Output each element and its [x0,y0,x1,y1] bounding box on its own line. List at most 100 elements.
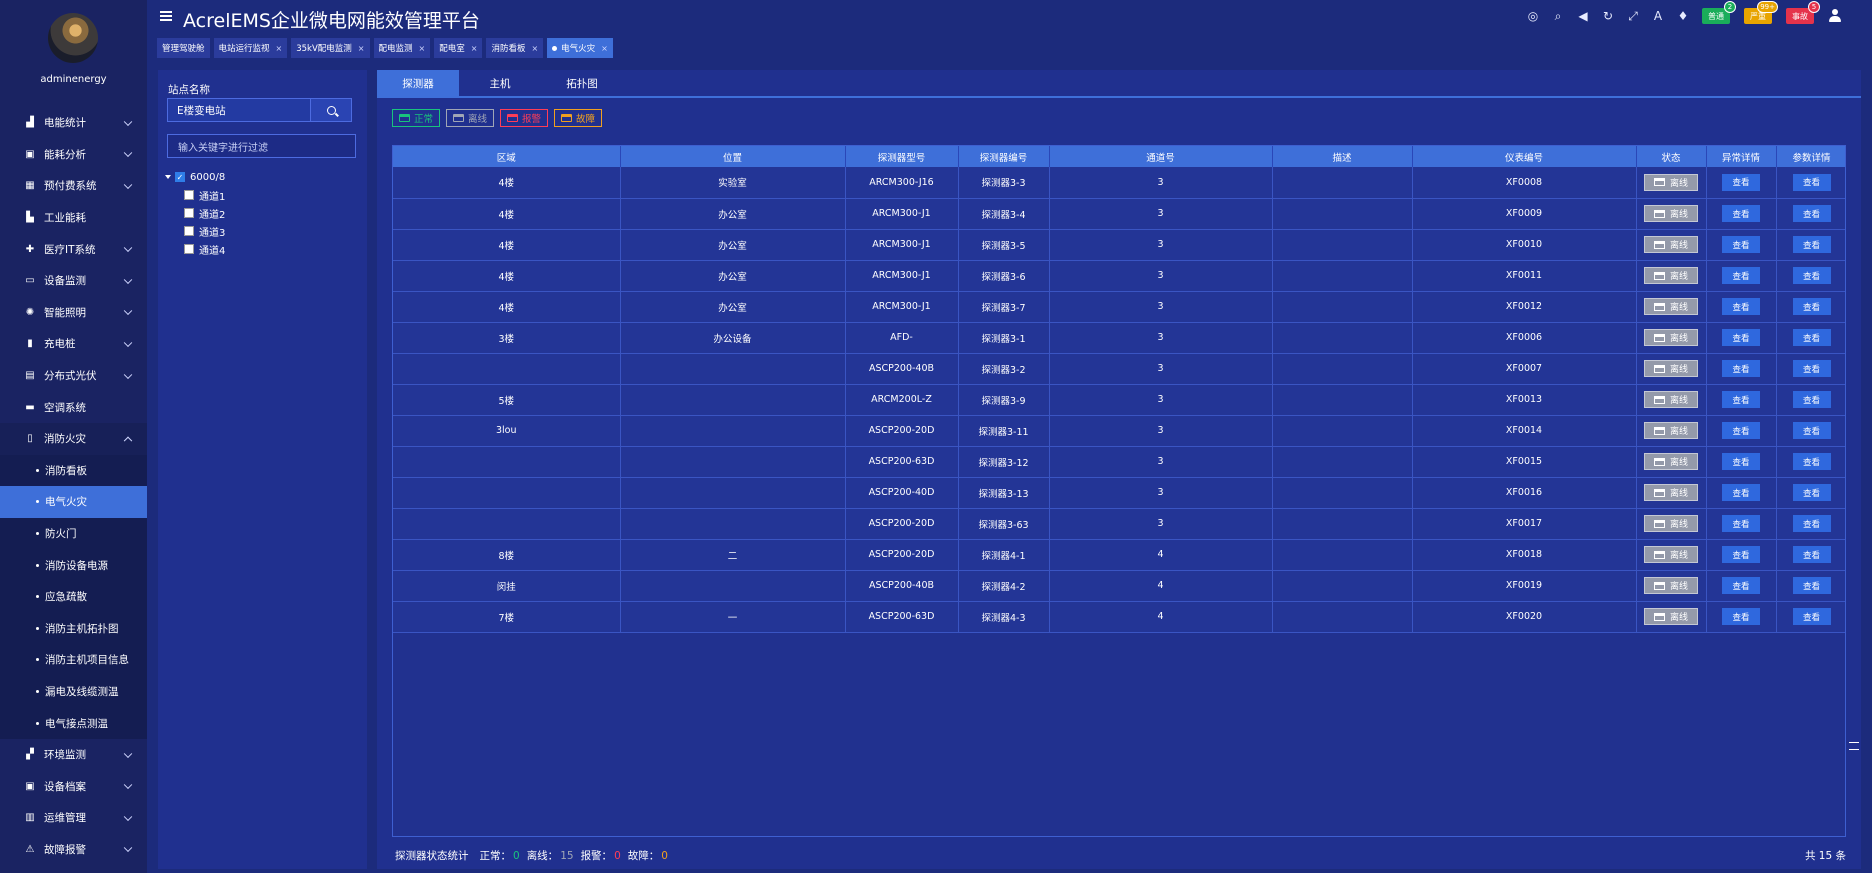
status-badge[interactable]: 离线 [1644,453,1698,470]
param-detail-button[interactable]: 查看 [1792,360,1831,377]
status-badge[interactable]: 离线 [1644,267,1698,284]
tab-item[interactable]: 35kV配电监测 × [291,38,370,58]
sidebar-item-bulb[interactable]: ✺ 智能照明 [0,297,147,329]
table-row[interactable]: 8楼二 ASCP200-20D 探测器4-1 4 XF0018 离线 查看 查看 [393,539,1845,571]
abnormal-detail-button[interactable]: 查看 [1722,267,1760,284]
sidebar-item-extinguisher[interactable]: ▯ 消防火灾 [0,422,147,455]
table-row[interactable]: 7楼一 ASCP200-63D 探测器4-3 4 XF0020 离线 查看 查看 [393,601,1845,633]
param-detail-button[interactable]: 查看 [1792,173,1831,191]
status-badge[interactable]: 离线 [1644,546,1698,563]
status-badge[interactable]: 离线 [1644,329,1698,346]
tab-item[interactable]: 管理驾驶舱 [157,38,210,58]
alarm-badge[interactable]: 严重 99+ [1744,1,1778,24]
abnormal-detail-button[interactable]: 查看 [1722,236,1760,253]
param-detail-button[interactable]: 查看 [1792,267,1831,284]
tab-item[interactable]: 配电室 × [434,38,483,58]
avatar[interactable] [48,13,98,63]
sidebar-item-environment[interactable]: ▞ 环境监测 [0,739,147,771]
status-badge[interactable]: 离线 [1644,360,1698,377]
tree-node[interactable]: 通道1 [165,186,225,204]
param-detail-button[interactable]: 查看 [1792,329,1831,346]
abnormal-detail-button[interactable]: 查看 [1722,546,1760,563]
table-row[interactable]: 3楼 办公设备 AFD- 探测器3-1 3 XF0006 离线 查看 查看 [393,322,1845,354]
table-row[interactable]: 5楼 ARCM200L-Z 探测器3-9 3 XF0013 离线 查看 查看 [393,384,1845,416]
sidebar-item-bar-chart[interactable]: ▟ 电能统计 [0,107,147,139]
abnormal-detail-button[interactable]: 查看 [1722,422,1760,439]
param-detail-button[interactable]: 查看 [1792,515,1831,532]
table-row[interactable]: ASCP200-63D 探测器3-12 3 XF0015 离线 查看 查看 [393,446,1845,478]
status-badge[interactable]: 离线 [1644,298,1698,315]
help-icon[interactable]: ◎ [1525,8,1541,24]
table-row[interactable]: 闵挂 ASCP200-40B 探测器4-2 4 XF0019 离线 查看 查看 [393,570,1845,602]
tree-node[interactable]: 通道2 [165,204,225,222]
status-badge[interactable]: 离线 [1644,577,1698,594]
status-badge[interactable]: 离线 [1644,422,1698,439]
tab-0[interactable]: 探测器 [377,70,459,96]
sidebar-item-picture[interactable]: ▣ 能耗分析 [0,139,147,171]
param-detail-button[interactable]: 查看 [1792,205,1831,222]
param-detail-button[interactable]: 查看 [1792,577,1831,594]
sidebar-item-charger[interactable]: ▮ 充电桩 [0,328,147,360]
table-row[interactable]: 4楼 办公室 ARCM300-J1 探测器3-6 3 XF0011 离线 查看 查看 [393,260,1845,292]
status-badge[interactable]: 离线 [1644,391,1698,408]
submenu-item[interactable]: 应急疏散 [0,581,147,613]
status-badge[interactable]: 离线 [1644,205,1698,222]
abnormal-detail-button[interactable]: 查看 [1722,608,1760,625]
font-icon[interactable]: A [1650,8,1666,24]
legend-item[interactable]: 离线 [446,109,495,127]
station-select[interactable]: E楼变电站 [167,98,310,122]
abnormal-detail-button[interactable]: 查看 [1722,453,1760,470]
sidebar-item-aircon[interactable]: ▬ 空调系统 [0,391,147,423]
user-icon[interactable] [1828,9,1842,23]
param-detail-button[interactable]: 查看 [1792,484,1831,501]
tab-item[interactable]: 电站运行监视 × [213,38,288,58]
abnormal-detail-button[interactable]: 查看 [1722,484,1760,501]
table-row[interactable]: 4楼 办公室 ARCM300-J1 探测器3-4 3 XF0009 离线 查看 查看 [393,198,1845,230]
status-badge[interactable]: 离线 [1644,515,1698,532]
table-row[interactable]: 4楼 办公室 ARCM300-J1 探测器3-7 3 XF0012 离线 查看 查看 [393,291,1845,323]
close-icon[interactable]: × [531,44,538,53]
sidebar-item-archive[interactable]: ▣ 设备档案 [0,770,147,802]
table-row[interactable]: 4楼 实验室 ARCM300-J16 探测器3-3 3 XF0008 离线 查看 查看 [393,167,1845,199]
status-badge[interactable]: 离线 [1644,173,1698,191]
close-icon[interactable]: × [358,44,365,53]
submenu-item[interactable]: 电气接点测温 [0,707,147,739]
abnormal-detail-button[interactable]: 查看 [1722,298,1760,315]
close-icon[interactable]: × [601,44,608,53]
tree-checkbox[interactable] [184,190,194,200]
side-menu-icon[interactable] [1849,742,1859,750]
tree-checkbox[interactable] [184,226,194,236]
tree-root[interactable]: ✓ 6000/8 [165,168,225,186]
status-badge[interactable]: 离线 [1644,236,1698,253]
tab-2[interactable]: 拓扑图 [541,70,623,96]
param-detail-button[interactable]: 查看 [1792,422,1831,439]
table-row[interactable]: ASCP200-40B 探测器3-2 3 XF0007 离线 查看 查看 [393,353,1845,385]
legend-item[interactable]: 正常 [392,109,441,127]
tree-node[interactable]: 通道4 [165,240,225,258]
legend-item[interactable]: 故障 [554,109,603,127]
abnormal-detail-button[interactable]: 查看 [1722,391,1760,408]
abnormal-detail-button[interactable]: 查看 [1722,360,1760,377]
submenu-item[interactable]: 防火门 [0,518,147,550]
abnormal-detail-button[interactable]: 查看 [1722,173,1760,191]
submenu-item[interactable]: 消防设备电源 [0,549,147,581]
abnormal-detail-button[interactable]: 查看 [1722,515,1760,532]
tree-root-checkbox[interactable]: ✓ [175,172,185,182]
param-detail-button[interactable]: 查看 [1792,546,1831,563]
theme-icon[interactable]: ♦ [1675,8,1691,24]
volume-icon[interactable]: ◀ [1575,8,1591,24]
table-row[interactable]: ASCP200-20D 探测器3-63 3 XF0017 离线 查看 查看 [393,508,1845,540]
submenu-item[interactable]: 消防看板 [0,455,147,487]
param-detail-button[interactable]: 查看 [1792,298,1831,315]
param-detail-button[interactable]: 查看 [1792,608,1831,625]
param-detail-button[interactable]: 查看 [1792,236,1831,253]
submenu-item[interactable]: 消防主机拓扑图 [0,613,147,645]
close-icon[interactable]: × [419,44,426,53]
filter-input[interactable]: 输入关键字进行过滤 [167,134,356,158]
abnormal-detail-button[interactable]: 查看 [1722,329,1760,346]
refresh-icon[interactable]: ↻ [1600,8,1616,24]
tab-item[interactable]: 配电监测 × [373,38,431,58]
search-icon[interactable]: ⌕ [1550,8,1566,24]
sidebar-item-solar[interactable]: ▤ 分布式光伏 [0,360,147,392]
abnormal-detail-button[interactable]: 查看 [1722,577,1760,594]
